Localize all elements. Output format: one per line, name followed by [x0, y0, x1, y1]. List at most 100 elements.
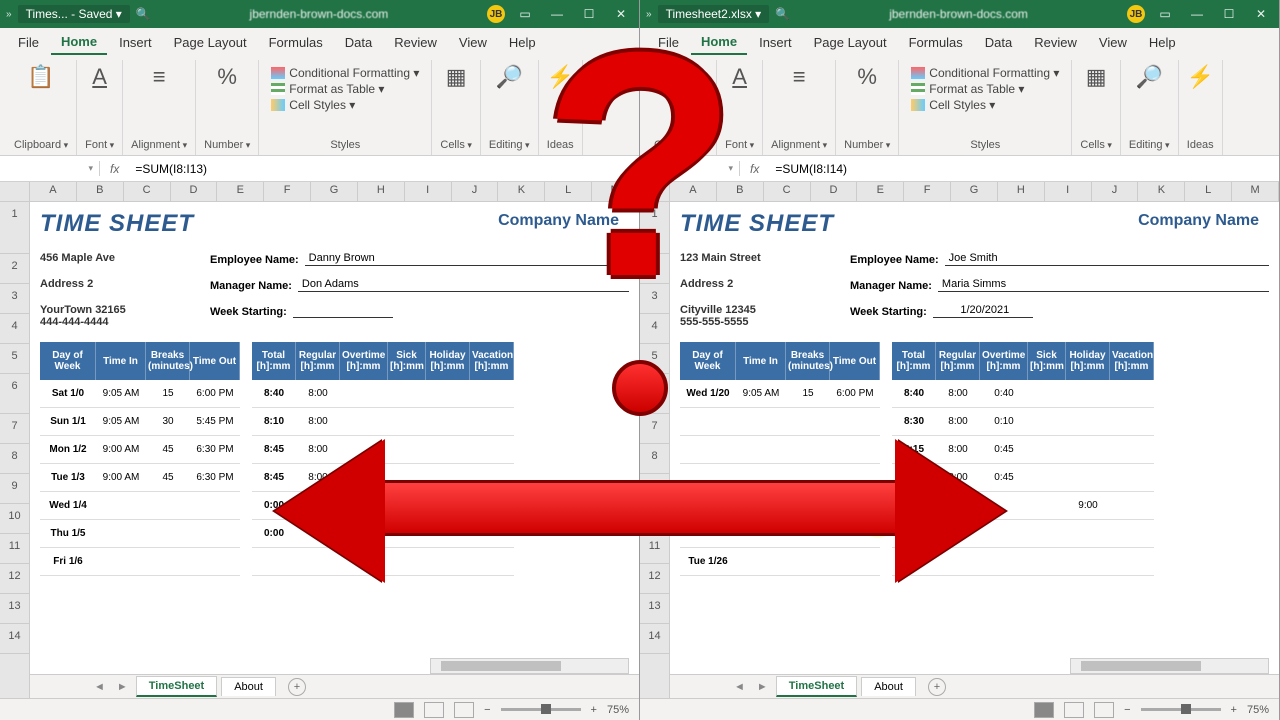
col-header-L[interactable]: L: [545, 182, 592, 201]
table-row[interactable]: Fri 1/6: [40, 548, 240, 576]
table-row[interactable]: Tue 1/39:00 AM456:30 PM: [40, 464, 240, 492]
sheet-tab-timesheet[interactable]: TimeSheet: [136, 676, 217, 697]
normal-view-icon[interactable]: [1034, 702, 1054, 718]
col-header-E[interactable]: E: [857, 182, 904, 201]
ribbon-group-font[interactable]: A Font: [77, 60, 123, 155]
row-header-14[interactable]: 14: [640, 624, 669, 654]
table-row[interactable]: Thu 1/5: [40, 520, 240, 548]
menu-page-layout[interactable]: Page Layout: [804, 31, 897, 54]
ribbon-group-cells[interactable]: ▦ Cells: [432, 60, 480, 155]
sheet-tab-about[interactable]: About: [861, 677, 916, 696]
row-header-6[interactable]: 6: [0, 374, 29, 414]
menu-help[interactable]: Help: [1139, 31, 1186, 54]
zoom-out-button[interactable]: −: [484, 704, 490, 716]
col-header-A[interactable]: A: [670, 182, 717, 201]
page-layout-view-icon[interactable]: [1064, 702, 1084, 718]
sheet-tab-about[interactable]: About: [221, 677, 276, 696]
col-header-J[interactable]: J: [452, 182, 499, 201]
zoom-in-button[interactable]: +: [1231, 704, 1237, 716]
cell-styles-button[interactable]: Cell Styles ▾: [911, 98, 995, 112]
table-row[interactable]: Mon 1/29:00 AM456:30 PM: [40, 436, 240, 464]
menu-data[interactable]: Data: [335, 31, 382, 54]
format-as-table-button[interactable]: Format as Table ▾: [271, 82, 384, 96]
col-header-C[interactable]: C: [764, 182, 811, 201]
week-starting-value[interactable]: [293, 304, 393, 318]
menu-file[interactable]: File: [8, 31, 49, 54]
row-header-8[interactable]: 8: [640, 444, 669, 474]
zoom-slider[interactable]: [501, 708, 581, 711]
menu-page-layout[interactable]: Page Layout: [164, 31, 257, 54]
col-header-D[interactable]: D: [811, 182, 858, 201]
sheet-tab-timesheet[interactable]: TimeSheet: [776, 676, 857, 697]
menu-formulas[interactable]: Formulas: [259, 31, 333, 54]
menu-formulas[interactable]: Formulas: [899, 31, 973, 54]
horizontal-scrollbar[interactable]: [1070, 658, 1269, 674]
manager-name-value[interactable]: Maria Simms: [938, 278, 1269, 292]
menu-review[interactable]: Review: [384, 31, 447, 54]
menu-home[interactable]: Home: [51, 30, 107, 55]
cell-styles-button[interactable]: Cell Styles ▾: [271, 98, 355, 112]
zoom-level[interactable]: 75%: [607, 704, 629, 716]
col-header-K[interactable]: K: [498, 182, 545, 201]
add-sheet-button[interactable]: +: [288, 678, 306, 696]
manager-name-value[interactable]: Don Adams: [298, 278, 629, 292]
col-header-K[interactable]: K: [1138, 182, 1185, 201]
row-header-12[interactable]: 12: [640, 564, 669, 594]
avatar[interactable]: JB: [1127, 5, 1145, 23]
table-row[interactable]: 8:408:000:40: [892, 380, 1154, 408]
ribbon-group-clipboard[interactable]: 📋 Clipboard: [6, 60, 77, 155]
ribbon-group-ideas[interactable]: ⚡ Ideas: [539, 60, 583, 155]
row-header-3[interactable]: 3: [0, 284, 29, 314]
tab-nav-prev[interactable]: ◄: [730, 681, 749, 693]
table-row[interactable]: Sat 1/09:05 AM156:00 PM: [40, 380, 240, 408]
row-header-14[interactable]: 14: [0, 624, 29, 654]
table-row[interactable]: [680, 436, 880, 464]
horizontal-scrollbar[interactable]: [430, 658, 629, 674]
ribbon-group-font[interactable]: A Font: [717, 60, 763, 155]
document-title[interactable]: Times... - Saved ▾: [18, 5, 130, 23]
zoom-out-button[interactable]: −: [1124, 704, 1130, 716]
col-header-M[interactable]: M: [592, 182, 639, 201]
row-header-12[interactable]: 12: [0, 564, 29, 594]
format-as-table-button[interactable]: Format as Table ▾: [911, 82, 1024, 96]
close-icon[interactable]: ✕: [1249, 7, 1273, 21]
menu-data[interactable]: Data: [975, 31, 1022, 54]
col-header-B[interactable]: B: [77, 182, 124, 201]
col-header-F[interactable]: F: [904, 182, 951, 201]
maximize-icon[interactable]: ☐: [1217, 7, 1241, 21]
row-header-2[interactable]: 2: [0, 254, 29, 284]
chevron-right-icon[interactable]: »: [6, 9, 12, 20]
col-header-G[interactable]: G: [311, 182, 358, 201]
ribbon-display-icon[interactable]: ▭: [513, 7, 537, 21]
avatar[interactable]: JB: [487, 5, 505, 23]
tab-nav-next[interactable]: ►: [753, 681, 772, 693]
tab-nav-prev[interactable]: ◄: [90, 681, 109, 693]
close-icon[interactable]: ✕: [609, 7, 633, 21]
row-header-8[interactable]: 8: [0, 444, 29, 474]
table-row[interactable]: 8:408:00: [252, 380, 514, 408]
minimize-icon[interactable]: —: [1185, 7, 1209, 21]
ribbon-group-alignment[interactable]: ≡ Alignment: [763, 60, 836, 155]
col-header-E[interactable]: E: [217, 182, 264, 201]
search-icon[interactable]: 🔍: [775, 7, 790, 21]
add-sheet-button[interactable]: +: [928, 678, 946, 696]
employee-name-value[interactable]: Joe Smith: [945, 252, 1269, 266]
table-row[interactable]: Tue 1/26: [680, 548, 880, 576]
row-header-13[interactable]: 13: [640, 594, 669, 624]
week-starting-value[interactable]: 1/20/2021: [933, 304, 1033, 318]
menu-review[interactable]: Review: [1024, 31, 1087, 54]
col-header-M[interactable]: M: [1232, 182, 1279, 201]
zoom-in-button[interactable]: +: [591, 704, 597, 716]
col-header-D[interactable]: D: [171, 182, 218, 201]
col-header-I[interactable]: I: [405, 182, 452, 201]
row-header-2[interactable]: 2: [640, 254, 669, 284]
zoom-slider[interactable]: [1141, 708, 1221, 711]
table-row[interactable]: Sun 1/19:05 AM305:45 PM: [40, 408, 240, 436]
table-row[interactable]: 8:108:00: [252, 408, 514, 436]
ribbon-group-alignment[interactable]: ≡ Alignment: [123, 60, 196, 155]
col-header-B[interactable]: B: [717, 182, 764, 201]
row-header-11[interactable]: 11: [640, 534, 669, 564]
zoom-level[interactable]: 75%: [1247, 704, 1269, 716]
col-header-F[interactable]: F: [264, 182, 311, 201]
menu-home[interactable]: Home: [691, 30, 747, 55]
